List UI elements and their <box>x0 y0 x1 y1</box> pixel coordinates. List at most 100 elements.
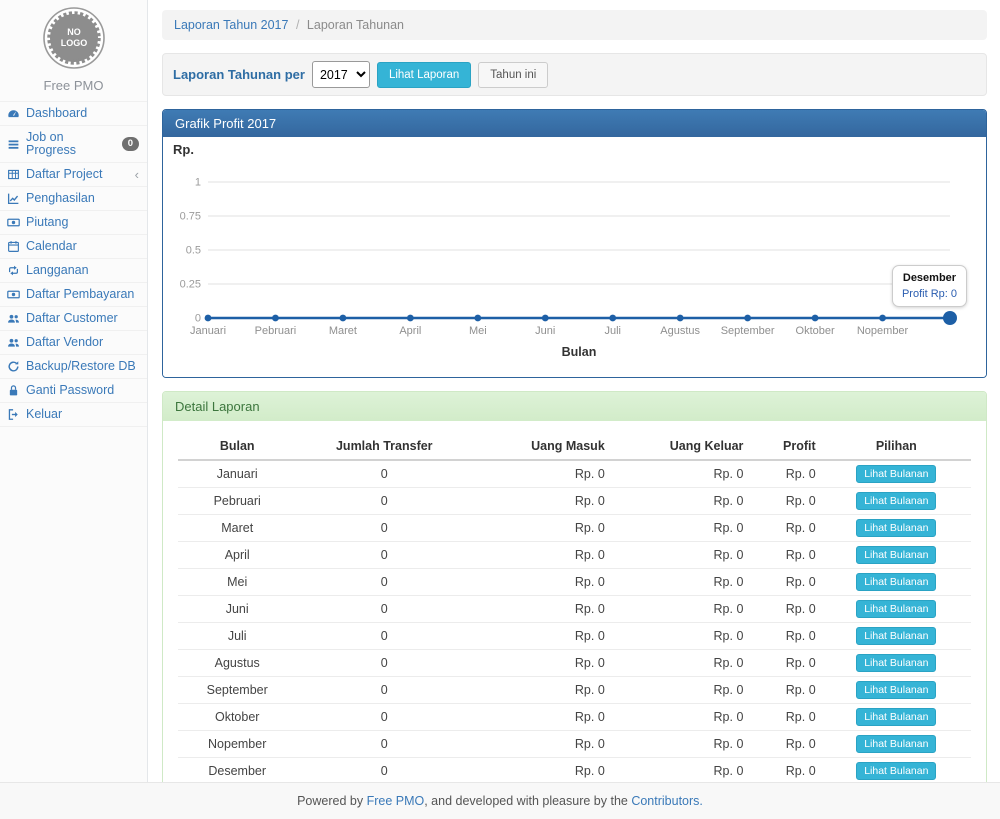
sidebar-item-label: Backup/Restore DB <box>26 360 136 373</box>
y-axis-tick-label: 0 <box>195 313 201 325</box>
sidebar-item-label: Daftar Pembayaran <box>26 288 134 301</box>
cell-bulan: September <box>178 677 296 704</box>
cell-uang-keluar: Rp. 0 <box>611 569 750 596</box>
column-header-pilihan: Pilihan <box>822 433 971 460</box>
view-monthly-button[interactable]: Lihat Bulanan <box>856 681 936 699</box>
report-detail-panel: Detail Laporan BulanJumlah TransferUang … <box>162 391 987 819</box>
cell-profit: Rp. 0 <box>749 596 821 623</box>
this-year-button[interactable]: Tahun ini <box>478 62 548 88</box>
lock-icon <box>7 384 20 397</box>
cell-uang-keluar: Rp. 0 <box>611 542 750 569</box>
refresh-icon <box>7 360 20 373</box>
cell-bulan: April <box>178 542 296 569</box>
chart-point[interactable] <box>943 311 957 325</box>
breadcrumb-link-laporan-tahun[interactable]: Laporan Tahun 2017 <box>174 18 288 32</box>
cell-jumlah-transfer: 0 <box>296 650 472 677</box>
chart-point[interactable] <box>609 315 616 322</box>
cell-uang-keluar: Rp. 0 <box>611 515 750 542</box>
view-monthly-button[interactable]: Lihat Bulanan <box>856 465 936 483</box>
cell-jumlah-transfer: 0 <box>296 596 472 623</box>
cell-jumlah-transfer: 0 <box>296 731 472 758</box>
view-monthly-button[interactable]: Lihat Bulanan <box>856 519 936 537</box>
sidebar-item-daftar-pembayaran[interactable]: Daftar Pembayaran <box>0 282 147 306</box>
line-chart-icon <box>7 192 20 205</box>
chart-point[interactable] <box>340 315 347 322</box>
count-badge: 0 <box>122 137 139 151</box>
sidebar-item-job-on-progress[interactable]: Job on Progress0 <box>0 125 147 162</box>
cell-profit: Rp. 0 <box>749 677 821 704</box>
sidebar-item-langganan[interactable]: Langganan <box>0 258 147 282</box>
cell-profit: Rp. 0 <box>749 515 821 542</box>
chart-point[interactable] <box>812 315 819 322</box>
sidebar-item-backup-restore-db[interactable]: Backup/Restore DB <box>0 354 147 378</box>
view-monthly-button[interactable]: Lihat Bulanan <box>856 735 936 753</box>
footer-middle: , and developed with pleasure by the <box>424 794 631 808</box>
table-row: Januari0Rp. 0Rp. 0Rp. 0Lihat Bulanan <box>178 460 971 488</box>
sidebar-item-label: Daftar Vendor <box>26 336 103 349</box>
cell-uang-masuk: Rp. 0 <box>472 731 611 758</box>
profit-chart-panel: Grafik Profit 2017 00.250.50.751Rp.Janua… <box>162 109 987 378</box>
sidebar-item-daftar-customer[interactable]: Daftar Customer <box>0 306 147 330</box>
sidebar-item-dashboard[interactable]: Dashboard <box>0 101 147 125</box>
y-axis-tick-label: 0.25 <box>180 279 201 291</box>
cell-pilihan: Lihat Bulanan <box>822 623 971 650</box>
retweet-icon <box>7 264 20 277</box>
cell-pilihan: Lihat Bulanan <box>822 650 971 677</box>
view-monthly-button[interactable]: Lihat Bulanan <box>856 600 936 618</box>
chart-point[interactable] <box>407 315 414 322</box>
cell-uang-masuk: Rp. 0 <box>472 515 611 542</box>
chart-point[interactable] <box>879 315 886 322</box>
chart-panel-title: Grafik Profit 2017 <box>163 110 986 137</box>
table-icon <box>7 168 20 181</box>
footer-link-contributors[interactable]: Contributors. <box>631 794 703 808</box>
cell-uang-masuk: Rp. 0 <box>472 758 611 785</box>
chart-point[interactable] <box>474 315 481 322</box>
cell-jumlah-transfer: 0 <box>296 515 472 542</box>
cell-bulan: Desember <box>178 758 296 785</box>
sidebar-item-label: Daftar Customer <box>26 312 118 325</box>
cell-pilihan: Lihat Bulanan <box>822 460 971 488</box>
page-footer: Powered by Free PMO, and developed with … <box>0 782 1000 819</box>
sidebar-item-daftar-project[interactable]: Daftar Project‹ <box>0 162 147 186</box>
cell-profit: Rp. 0 <box>749 704 821 731</box>
chart-point[interactable] <box>542 315 549 322</box>
view-monthly-button[interactable]: Lihat Bulanan <box>856 492 936 510</box>
sidebar-item-daftar-vendor[interactable]: Daftar Vendor <box>0 330 147 354</box>
sidebar-item-penghasilan[interactable]: Penghasilan <box>0 186 147 210</box>
chart-point[interactable] <box>677 315 684 322</box>
footer-text: Powered by Free PMO, and developed with … <box>297 794 703 808</box>
cell-uang-masuk: Rp. 0 <box>472 596 611 623</box>
sidebar-item-calendar[interactable]: Calendar <box>0 234 147 258</box>
cell-jumlah-transfer: 0 <box>296 704 472 731</box>
table-row: Mei0Rp. 0Rp. 0Rp. 0Lihat Bulanan <box>178 569 971 596</box>
view-monthly-button[interactable]: Lihat Bulanan <box>856 573 936 591</box>
cell-pilihan: Lihat Bulanan <box>822 488 971 515</box>
cell-pilihan: Lihat Bulanan <box>822 758 971 785</box>
cell-uang-keluar: Rp. 0 <box>611 650 750 677</box>
view-monthly-button[interactable]: Lihat Bulanan <box>856 627 936 645</box>
cell-profit: Rp. 0 <box>749 731 821 758</box>
sidebar-item-ganti-password[interactable]: Ganti Password <box>0 378 147 402</box>
x-axis-tick-label: Oktober <box>796 325 835 337</box>
view-monthly-button[interactable]: Lihat Bulanan <box>856 762 936 780</box>
cell-bulan: Oktober <box>178 704 296 731</box>
sidebar-item-keluar[interactable]: Keluar <box>0 402 147 427</box>
sidebar-item-piutang[interactable]: Piutang <box>0 210 147 234</box>
view-monthly-button[interactable]: Lihat Bulanan <box>856 654 936 672</box>
chart-point[interactable] <box>205 315 212 322</box>
cell-bulan: Juni <box>178 596 296 623</box>
chart-point[interactable] <box>744 315 751 322</box>
chart-point[interactable] <box>272 315 279 322</box>
footer-link-free-pmo[interactable]: Free PMO <box>367 794 425 808</box>
table-row: Pebruari0Rp. 0Rp. 0Rp. 0Lihat Bulanan <box>178 488 971 515</box>
year-select[interactable]: 2017 <box>312 61 370 88</box>
footer-prefix: Powered by <box>297 794 366 808</box>
view-report-button[interactable]: Lihat Laporan <box>377 62 471 88</box>
view-monthly-button[interactable]: Lihat Bulanan <box>856 708 936 726</box>
view-monthly-button[interactable]: Lihat Bulanan <box>856 546 936 564</box>
dashboard-icon <box>7 107 20 120</box>
cell-uang-keluar: Rp. 0 <box>611 488 750 515</box>
cell-jumlah-transfer: 0 <box>296 623 472 650</box>
sidebar-item-label: Calendar <box>26 240 77 253</box>
cell-pilihan: Lihat Bulanan <box>822 596 971 623</box>
